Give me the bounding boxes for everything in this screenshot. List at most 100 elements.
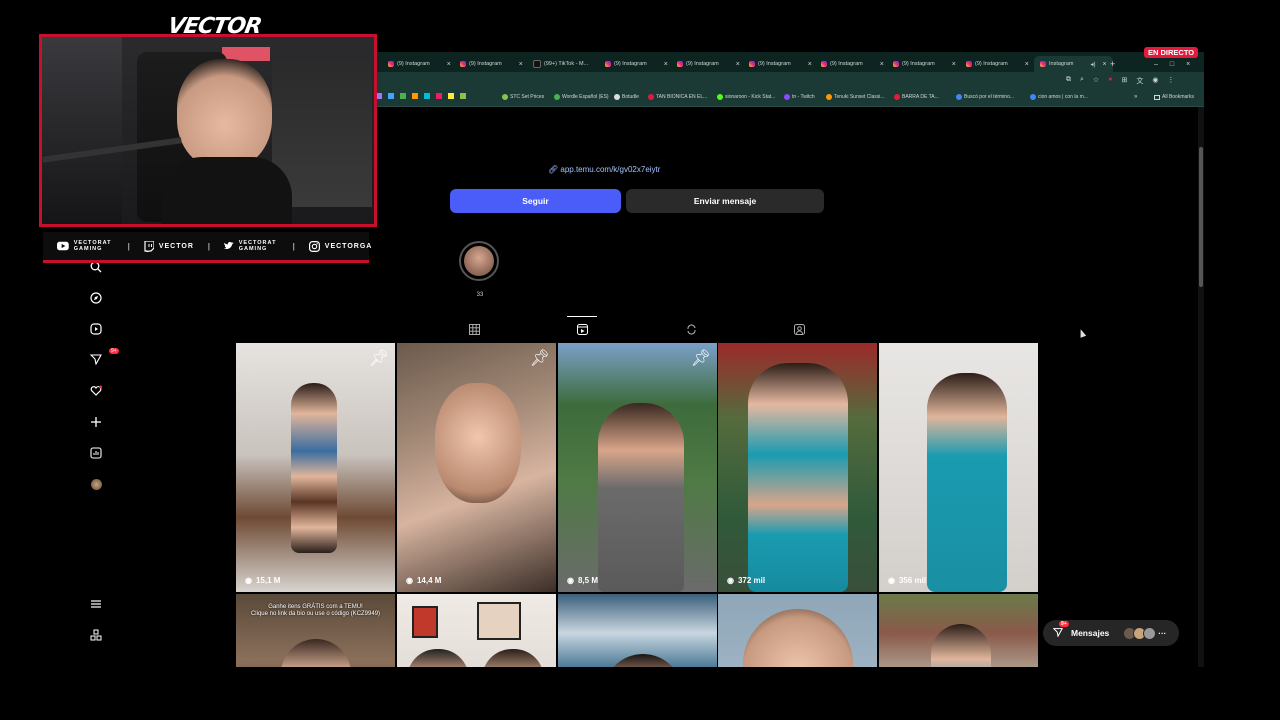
- avatar: [1143, 626, 1157, 640]
- bookmark-favicon-icon[interactable]: [460, 93, 466, 99]
- reel-thumbnail[interactable]: [397, 594, 556, 667]
- close-tab-icon[interactable]: ×: [519, 61, 523, 68]
- menu-kebab-icon[interactable]: ⋮: [1167, 76, 1174, 86]
- close-tab-icon[interactable]: ×: [952, 61, 956, 68]
- messages-badge: 9+: [1059, 621, 1069, 627]
- social-youtube: VECTORAT GAMING: [57, 240, 114, 252]
- highlight-label: 33: [476, 292, 484, 298]
- profile-icon[interactable]: ◉: [1152, 76, 1158, 86]
- close-tab-icon[interactable]: ×: [1025, 61, 1029, 68]
- reel-thumbnail[interactable]: [879, 594, 1038, 667]
- reels-icon[interactable]: [90, 323, 102, 335]
- bookmark-favicon-icon[interactable]: [400, 93, 406, 99]
- page-scrollbar[interactable]: [1198, 107, 1204, 667]
- reel-thumbnail[interactable]: [558, 594, 717, 667]
- tiktok-favicon-icon: [533, 60, 541, 68]
- close-tab-icon[interactable]: ×: [808, 61, 812, 68]
- create-plus-icon[interactable]: [90, 416, 102, 428]
- close-tab-icon[interactable]: ×: [664, 61, 668, 68]
- bookmark-item[interactable]: Buscó por el término...: [956, 94, 1014, 100]
- close-tab-icon[interactable]: ×: [736, 61, 740, 68]
- reposts-tab[interactable]: [684, 323, 698, 335]
- close-tab-icon[interactable]: ×: [880, 61, 884, 68]
- extensions-puzzle-icon[interactable]: ⊞: [1121, 76, 1127, 86]
- dashboard-icon[interactable]: [90, 447, 102, 459]
- direct-messages-icon[interactable]: 9+: [90, 348, 119, 365]
- bookmark-item[interactable]: cion amos | con la m...: [1030, 94, 1088, 100]
- minimize-icon[interactable]: –: [1154, 61, 1158, 68]
- reel-thumbnail[interactable]: 📌︎ ◉ 15,1 M: [236, 343, 395, 592]
- translate-icon[interactable]: 文: [1136, 76, 1143, 86]
- youtube-icon: [57, 241, 69, 251]
- bookmark-item[interactable]: STC Set Prices: [502, 94, 544, 100]
- bookmark-item[interactable]: BARRA DE TA...: [894, 94, 939, 100]
- profile-avatar-icon[interactable]: [90, 478, 102, 490]
- browser-tab[interactable]: (9) Instagram ×: [821, 56, 884, 72]
- bookmark-star-icon[interactable]: ☆: [1093, 76, 1099, 86]
- live-badge: EN DIRECTO: [1144, 47, 1199, 58]
- notifications-heart-icon[interactable]: [90, 385, 102, 397]
- browser-tab[interactable]: (9) Instagram ×: [966, 56, 1029, 72]
- reel-thumbnail[interactable]: ◉ 356 mil: [879, 343, 1038, 592]
- social-handles-bar: VECTORAT GAMING | VECTOR | VECTORAT GAMI…: [43, 232, 371, 263]
- instagram-favicon-icon: [460, 61, 466, 67]
- reel-thumbnail[interactable]: ◉ 372 mil: [718, 343, 877, 592]
- bookmark-favicon-icon[interactable]: [448, 93, 454, 99]
- new-tab-button[interactable]: +: [1110, 56, 1115, 72]
- browser-tab[interactable]: (9) Instagram ×: [893, 56, 956, 72]
- view-count: ◉ 356 mil: [888, 576, 927, 585]
- bookmark-favicon-icon[interactable]: [436, 93, 442, 99]
- more-bookmarks-icon[interactable]: »: [1134, 94, 1137, 100]
- follow-button[interactable]: Seguir: [450, 189, 621, 213]
- browser-tab[interactable]: (9) Instagram ×: [749, 56, 812, 72]
- reel-thumbnail[interactable]: 📌︎ ◉ 8,5 M: [558, 343, 717, 592]
- close-tab-icon[interactable]: ×: [1102, 61, 1106, 68]
- bookmark-favicon-icon[interactable]: [412, 93, 418, 99]
- posts-grid-tab[interactable]: [467, 323, 481, 335]
- threads-apps-icon[interactable]: [90, 629, 102, 641]
- bookmark-favicon-icon[interactable]: [424, 93, 430, 99]
- bookmark-item[interactable]: Tenuki Sunset Classi...: [826, 94, 885, 100]
- bookmark-item[interactable]: Wordle Español (ES): [554, 94, 609, 100]
- bookmark-icons: [376, 93, 466, 99]
- messages-button[interactable]: 9+ Mensajes ···: [1043, 620, 1179, 646]
- all-bookmarks[interactable]: All Bookmarks: [1154, 94, 1194, 100]
- reel-thumbnail[interactable]: Ganhe itens GRÁTIS com a TEMU! Clique no…: [236, 594, 395, 667]
- reel-thumbnail[interactable]: [718, 594, 877, 667]
- eye-icon: ◉: [245, 576, 252, 585]
- maximize-icon[interactable]: □: [1170, 61, 1174, 68]
- more-menu-icon[interactable]: [90, 598, 102, 610]
- toolbar-icons: ⧉ ⌕ ☆ ● ⊞ 文 ◉ ⋮: [1066, 76, 1174, 86]
- scrollbar-thumb[interactable]: [1199, 147, 1203, 287]
- close-window-icon[interactable]: ×: [1186, 61, 1190, 68]
- reel-thumbnail[interactable]: 📌︎ ◉ 14,4 M: [397, 343, 556, 592]
- install-icon[interactable]: ⧉: [1066, 76, 1071, 86]
- zoom-icon[interactable]: ⌕: [1080, 76, 1084, 86]
- instagram-favicon-icon: [893, 61, 899, 67]
- explore-icon[interactable]: [90, 292, 102, 304]
- browser-tab[interactable]: (9) Instagram ×: [605, 56, 668, 72]
- bio-link[interactable]: 🔗︎ app.temu.com/k/gv02x7eiytr: [548, 165, 660, 174]
- audio-icon[interactable]: ◂): [1090, 61, 1095, 68]
- send-message-button[interactable]: Enviar mensaje: [626, 189, 824, 213]
- instagram-favicon-icon: [966, 61, 972, 67]
- social-twitch: VECTOR: [144, 240, 194, 252]
- bookmark-item[interactable]: TAN BIONICA EN EL...: [648, 94, 707, 100]
- browser-tab-active[interactable]: Instagram ◂) ×: [1034, 56, 1113, 72]
- bookmark-item[interactable]: sionaroon - Kick Stat...: [717, 94, 775, 100]
- bookmark-item[interactable]: Botudle: [614, 94, 639, 100]
- direct-messages-icon: 9+: [1052, 621, 1069, 639]
- extension-icon[interactable]: ●: [1108, 76, 1112, 86]
- highlight-cover: [464, 246, 494, 276]
- close-tab-icon[interactable]: ×: [447, 61, 451, 68]
- bookmark-item[interactable]: tn - Twitch: [784, 94, 815, 100]
- bookmark-favicon-icon[interactable]: [388, 93, 394, 99]
- reels-tab[interactable]: [567, 316, 597, 335]
- tagged-tab[interactable]: [792, 323, 806, 335]
- browser-tab[interactable]: (99+) TikTok - M...×: [533, 56, 609, 72]
- browser-tab[interactable]: (9) Instagram ×: [388, 56, 451, 72]
- browser-tab[interactable]: (9) Instagram ×: [677, 56, 740, 72]
- view-count: ◉ 372 mil: [727, 576, 766, 585]
- browser-tab[interactable]: (9) Instagram ×: [460, 56, 523, 72]
- story-highlight[interactable]: [459, 241, 499, 281]
